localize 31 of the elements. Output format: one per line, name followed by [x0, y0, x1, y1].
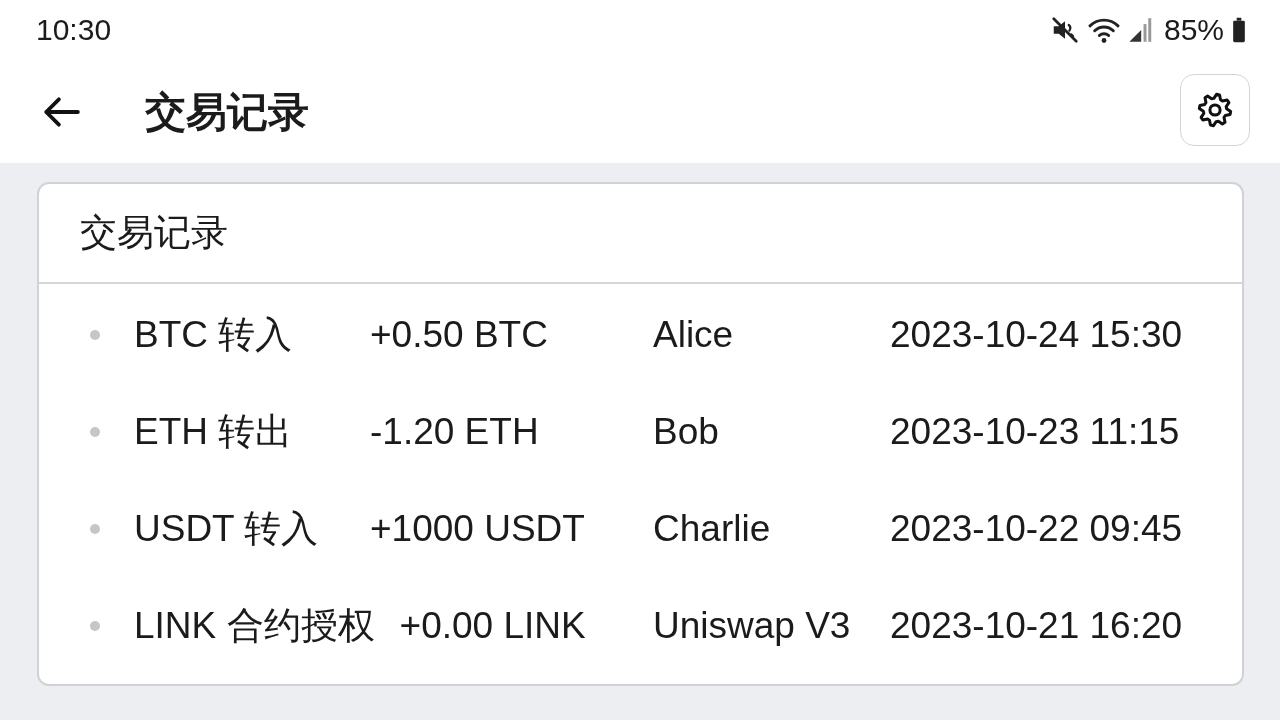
card-title: 交易记录: [80, 211, 228, 255]
transaction-type: LINK 合约授权: [134, 603, 375, 648]
transaction-date: 2023-10-22 09:45: [890, 506, 1183, 551]
battery-icon: [1232, 17, 1246, 43]
amount-text: +1000 USDT: [370, 506, 585, 551]
muted-speaker-icon: [1049, 15, 1080, 45]
bullet-dot-icon: [90, 329, 100, 340]
bullet-dot-icon: [90, 523, 100, 534]
transaction-date: 2023-10-24 15:30: [890, 312, 1183, 357]
clock-time: 10:30: [36, 13, 112, 47]
amount-text: +0.50 BTC: [370, 312, 548, 357]
transaction-type: ETH 转出: [134, 409, 294, 454]
settings-button[interactable]: [1180, 73, 1250, 146]
battery-percentage: 85%: [1163, 13, 1224, 47]
wifi-icon: [1087, 16, 1120, 44]
signal-icon: [1127, 17, 1152, 43]
counterparty-name: Uniswap V3: [653, 603, 852, 648]
amount-text: +0.00 LINK: [399, 603, 586, 648]
transaction-type: USDT 转入: [134, 506, 320, 551]
page-title: 交易记录: [145, 87, 310, 137]
transaction-date: 2023-10-23 11:15: [890, 409, 1180, 454]
settings-icon: [1197, 91, 1233, 128]
counterparty-name: Bob: [653, 409, 720, 454]
counterparty-name: Charlie: [653, 506, 772, 551]
bullet-dot-icon: [90, 426, 100, 437]
back-arrow-icon: [42, 95, 80, 128]
transaction-date: 2023-10-21 16:20: [890, 603, 1183, 648]
counterparty-name: Alice: [653, 312, 735, 357]
bullet-dot-icon: [90, 620, 100, 631]
transaction-type: BTC 转入: [134, 312, 294, 357]
amount-text: -1.20 ETH: [370, 409, 539, 454]
